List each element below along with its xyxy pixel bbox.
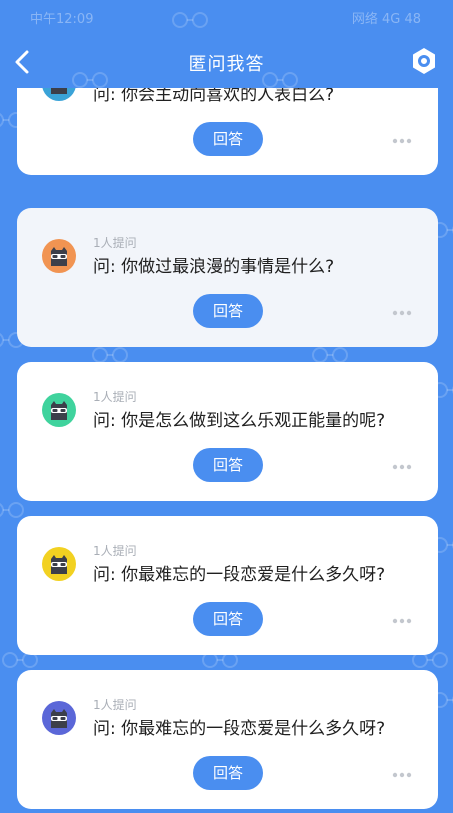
answer-button[interactable]: 回答 <box>193 756 263 790</box>
answer-button[interactable]: 回答 <box>193 294 263 328</box>
cat-avatar-icon <box>42 239 76 273</box>
question-card[interactable]: 1人提问 问: 你最难忘的一段恋爱是什么多久呀? 回答 <box>17 516 438 655</box>
answer-button[interactable]: 回答 <box>193 448 263 482</box>
question-text: 问: 你最难忘的一段恋爱是什么多久呀? <box>93 719 386 739</box>
status-time: 中午12:09 <box>30 12 94 27</box>
question-card[interactable]: 1人提问 问: 你最难忘的一段恋爱是什么多久呀? 回答 <box>17 670 438 809</box>
question-text: 问: 你会主动向喜欢的人表白么? <box>93 88 335 105</box>
asker-count: 1人提问 <box>93 698 137 712</box>
status-bar: 中午12:09 网络 4G 48 <box>0 0 453 36</box>
cat-avatar-icon <box>42 547 76 581</box>
cat-avatar-icon <box>42 701 76 735</box>
question-card[interactable]: 1人提问 问: 你做过最浪漫的事情是什么? 回答 <box>17 208 438 347</box>
hexagon-settings-icon <box>413 48 435 74</box>
more-dots-icon[interactable] <box>392 464 412 470</box>
more-dots-icon[interactable] <box>392 618 412 624</box>
cat-avatar-icon <box>42 88 76 101</box>
question-list[interactable]: 1人提问 问: 你会主动向喜欢的人表白么? 回答 1人提问 问: 你做过最浪漫的… <box>0 88 453 813</box>
asker-count: 1人提问 <box>93 390 137 404</box>
answer-button[interactable]: 回答 <box>193 122 263 156</box>
asker-count: 1人提问 <box>93 236 137 250</box>
status-indicators: 网络 4G 48 <box>352 8 421 27</box>
question-card[interactable]: 1人提问 问: 你会主动向喜欢的人表白么? 回答 <box>17 88 438 175</box>
network-status: 网络 4G <box>351 12 401 27</box>
question-text: 问: 你最难忘的一段恋爱是什么多久呀? <box>93 565 386 585</box>
question-card[interactable]: 1人提问 问: 你是怎么做到这么乐观正能量的呢? 回答 <box>17 362 438 501</box>
header: 匿问我答 <box>0 36 453 88</box>
more-dots-icon[interactable] <box>392 772 412 778</box>
more-dots-icon[interactable] <box>392 310 412 316</box>
more-dots-icon[interactable] <box>392 138 412 144</box>
battery-level: 48 <box>404 12 421 27</box>
question-text: 问: 你做过最浪漫的事情是什么? <box>93 257 335 277</box>
cat-avatar-icon <box>42 393 76 427</box>
settings-button[interactable] <box>409 46 439 76</box>
asker-count: 1人提问 <box>93 544 137 558</box>
page-title: 匿问我答 <box>188 54 265 75</box>
question-text: 问: 你是怎么做到这么乐观正能量的呢? <box>93 411 386 431</box>
answer-button[interactable]: 回答 <box>193 602 263 636</box>
